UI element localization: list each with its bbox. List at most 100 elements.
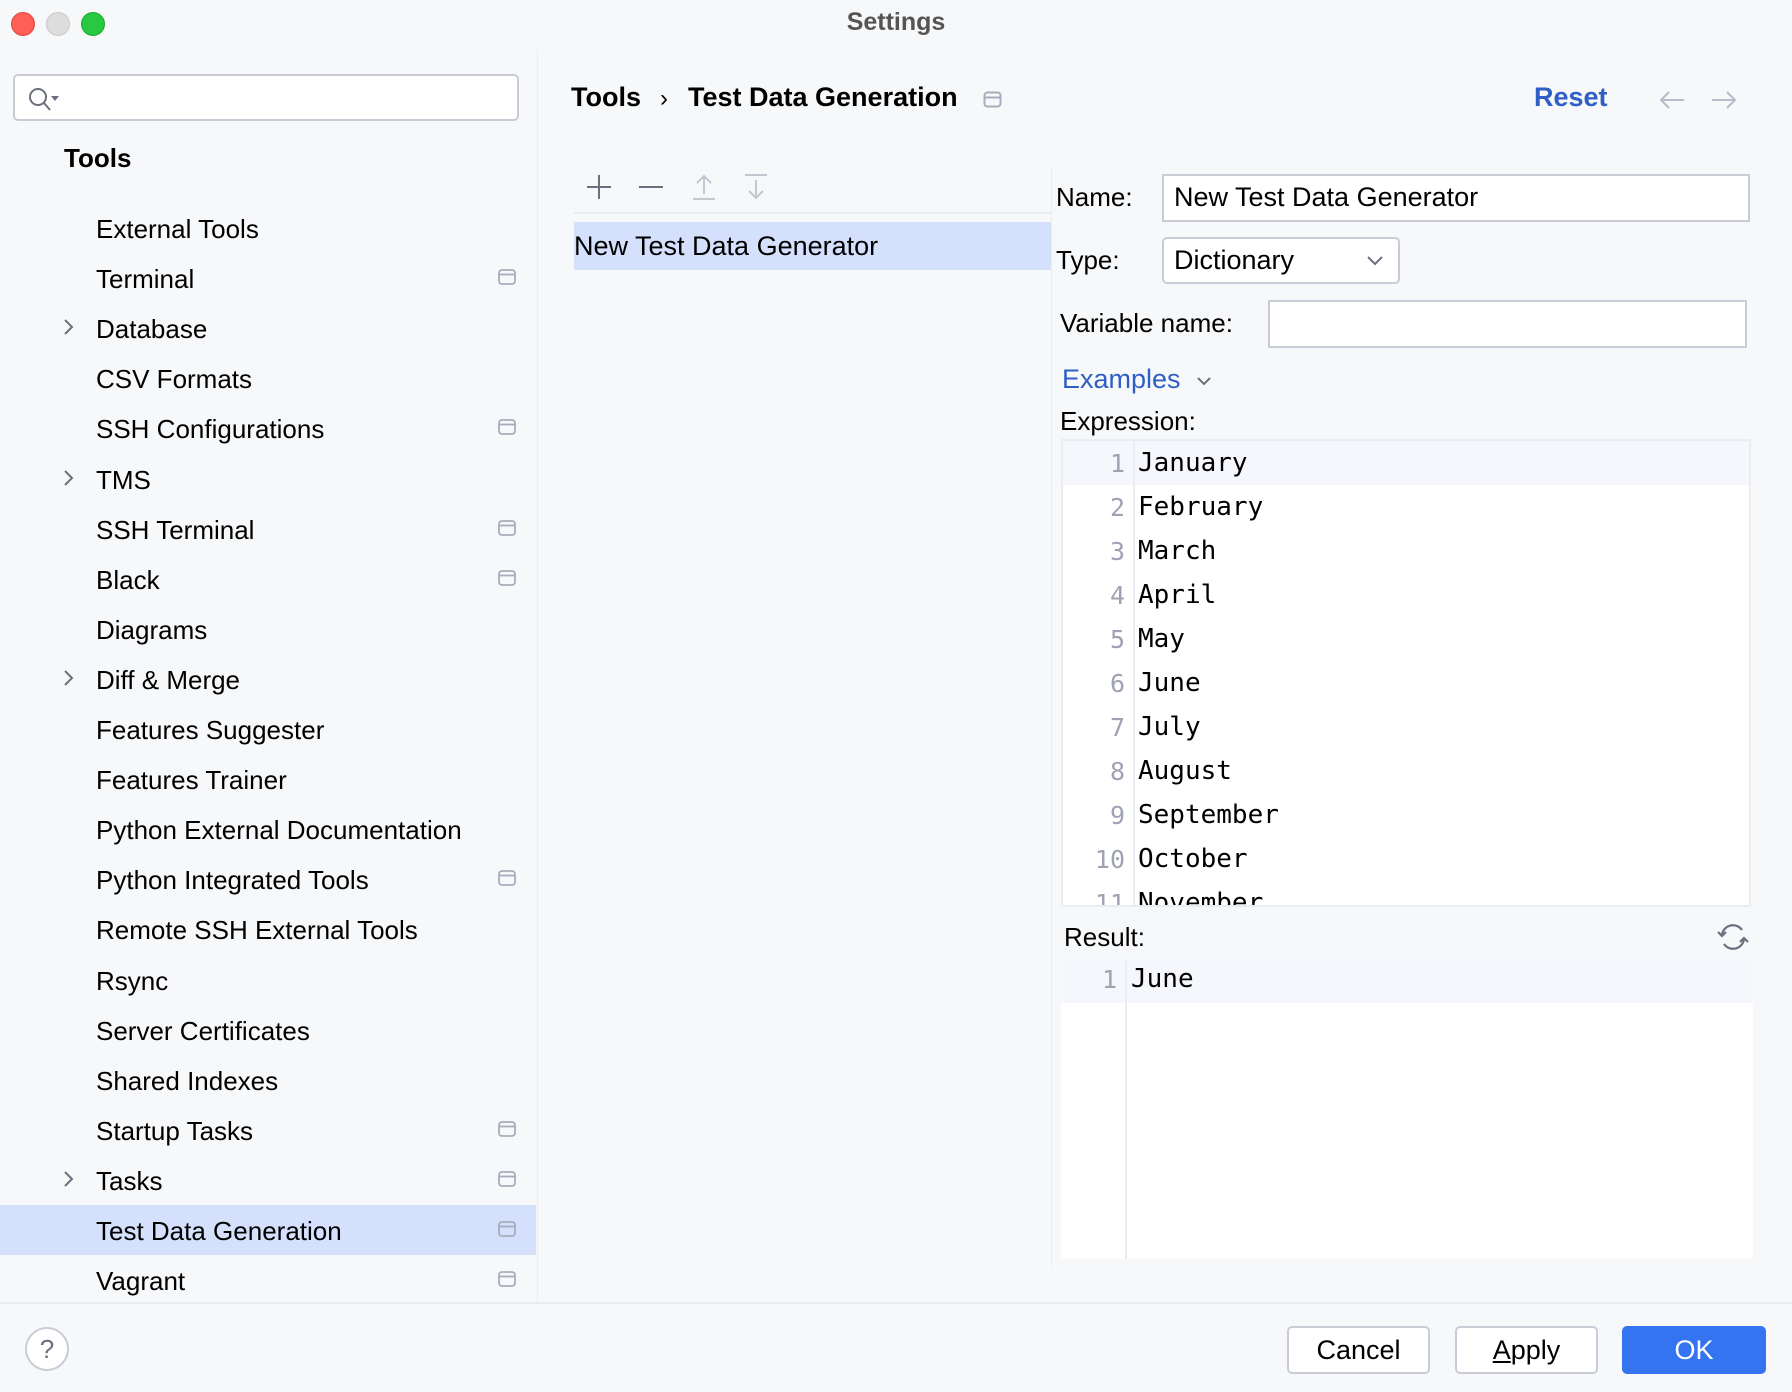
sidebar-item-label: Database <box>96 314 208 345</box>
breadcrumb-tools[interactable]: Tools <box>571 82 641 113</box>
apply-label: pply <box>1510 1335 1561 1365</box>
sidebar-item[interactable]: Test Data Generation <box>0 1205 536 1255</box>
sidebar-item-label: Tasks <box>96 1165 163 1196</box>
expression-editor[interactable]: 1 January 2 February 3 March 4 April 5 May 6 June 7 J… <box>1061 439 1751 907</box>
type-dropdown[interactable]: Dictionary <box>1162 237 1400 284</box>
sidebar-item[interactable]: Diagrams <box>0 604 536 654</box>
sidebar-item[interactable]: Terminal <box>0 253 536 303</box>
line-number: 6 <box>1109 669 1125 698</box>
sidebar-item-label: Black <box>96 564 160 595</box>
sidebar-item-label: Diff & Merge <box>96 664 241 695</box>
line-number: 2 <box>1109 493 1125 522</box>
expression-line-text: March <box>1138 536 1217 566</box>
line-number: 8 <box>1109 757 1125 786</box>
search-icon <box>29 88 59 111</box>
sidebar-item[interactable]: External Tools <box>0 203 536 253</box>
panel-divider[interactable] <box>1051 168 1052 1266</box>
sidebar-item[interactable]: CSV Formats <box>0 353 536 403</box>
sidebar-item-label: Test Data Generation <box>96 1216 342 1246</box>
sidebar-item[interactable]: Vagrant <box>0 1255 536 1305</box>
sidebar-item[interactable]: Startup Tasks <box>0 1105 536 1155</box>
examples-dropdown-link[interactable]: Examples <box>1062 364 1212 395</box>
sidebar-item-label: SSH Configurations <box>96 414 325 445</box>
type-dropdown-value: Dictionary <box>1174 245 1295 275</box>
sidebar-item[interactable]: Remote SSH External Tools <box>0 904 536 954</box>
line-number: 7 <box>1109 713 1125 742</box>
sidebar-item[interactable]: Python External Documentation <box>0 804 536 854</box>
project-scope-icon <box>498 870 516 887</box>
add-icon[interactable] <box>584 172 614 202</box>
expression-line-text: October <box>1138 844 1248 874</box>
forward-arrow-icon[interactable] <box>1710 90 1738 110</box>
move-down-icon[interactable] <box>741 172 771 202</box>
expression-line-text: July <box>1138 712 1201 742</box>
chevron-down-icon <box>1367 256 1383 266</box>
refresh-icon[interactable] <box>1716 922 1750 952</box>
move-up-icon[interactable] <box>689 172 719 202</box>
sidebar-item[interactable]: Black <box>0 554 536 604</box>
expression-line: 7 July <box>1063 705 1749 749</box>
line-number: 10 <box>1094 845 1125 874</box>
project-scope-icon <box>498 569 516 586</box>
sidebar-item[interactable]: Python Integrated Tools <box>0 854 536 904</box>
expression-line-text: January <box>1138 448 1248 478</box>
project-scope-icon <box>498 1170 516 1187</box>
window-title: Settings <box>846 8 946 36</box>
sidebar-item-label: Features Trainer <box>96 765 287 796</box>
type-label: Type: <box>1056 245 1120 275</box>
chevron-right-icon[interactable] <box>62 668 76 688</box>
sidebar-item-label: Python External Documentation <box>96 815 462 846</box>
expression-line: 8 August <box>1063 749 1749 793</box>
sidebar: Tools External Tools Terminal Database CSV … <box>0 50 538 1303</box>
line-number: 11 <box>1094 889 1125 907</box>
sidebar-item[interactable]: Features Trainer <box>0 754 536 804</box>
sidebar-item-label: Features Suggester <box>96 715 325 745</box>
sidebar-item[interactable]: SSH Terminal <box>0 504 536 554</box>
cancel-button[interactable]: Cancel <box>1287 1326 1430 1374</box>
apply-button[interactable]: Apply <box>1455 1326 1598 1374</box>
search-input[interactable] <box>13 74 519 121</box>
help-button[interactable]: ? <box>25 1327 69 1371</box>
sidebar-item[interactable]: Features Suggester <box>0 704 536 754</box>
sidebar-item[interactable]: Tasks <box>0 1155 536 1205</box>
editor-gutter-separator <box>1133 441 1135 905</box>
sidebar-item[interactable]: Server Certificates <box>0 1005 536 1055</box>
generator-list-item[interactable]: New Test Data Generator <box>574 222 1051 270</box>
sidebar-item[interactable]: TMS <box>0 454 536 504</box>
sidebar-item-label: Remote SSH External Tools <box>96 915 418 946</box>
expression-line: 10 October <box>1063 837 1749 881</box>
result-line-number: 1 <box>1101 965 1117 994</box>
line-number: 4 <box>1109 581 1125 610</box>
expression-line: 6 June <box>1063 661 1749 705</box>
result-line-text: June <box>1131 964 1194 994</box>
variable-name-label: Variable name: <box>1060 308 1233 338</box>
result-editor: 1 June <box>1061 960 1753 1259</box>
breadcrumb-current: Test Data Generation <box>688 82 958 112</box>
name-input[interactable]: New Test Data Generator <box>1162 174 1750 222</box>
reset-link[interactable]: Reset <box>1534 82 1608 113</box>
breadcrumb-separator: › <box>660 85 668 112</box>
sidebar-item[interactable]: Rsync <box>0 955 536 1005</box>
variable-name-input[interactable] <box>1268 300 1747 348</box>
chevron-right-icon[interactable] <box>62 317 76 337</box>
sidebar-item[interactable]: Shared Indexes <box>0 1055 536 1105</box>
back-arrow-icon[interactable] <box>1658 90 1686 110</box>
expression-line: 2 February <box>1063 485 1749 529</box>
chevron-right-icon[interactable] <box>62 1169 76 1189</box>
sidebar-item[interactable]: Database <box>0 303 536 353</box>
sidebar-item-label: Python Integrated Tools <box>96 865 369 896</box>
ok-button[interactable]: OK <box>1622 1326 1766 1374</box>
sidebar-item[interactable]: SSH Configurations <box>0 403 536 453</box>
sidebar-item-label: Vagrant <box>96 1266 186 1297</box>
expression-line-text: May <box>1138 624 1185 654</box>
result-gutter-separator <box>1125 960 1127 1259</box>
expression-line-text: April <box>1138 580 1217 610</box>
remove-icon[interactable] <box>636 172 666 202</box>
chevron-right-icon[interactable] <box>62 468 76 488</box>
sidebar-item[interactable]: Diff & Merge <box>0 654 536 704</box>
project-scope-icon <box>498 519 516 536</box>
apply-mnemonic: A <box>1492 1335 1511 1365</box>
name-label: Name: <box>1056 182 1133 212</box>
project-scope-icon <box>498 269 516 285</box>
expression-line-text: June <box>1138 668 1201 698</box>
